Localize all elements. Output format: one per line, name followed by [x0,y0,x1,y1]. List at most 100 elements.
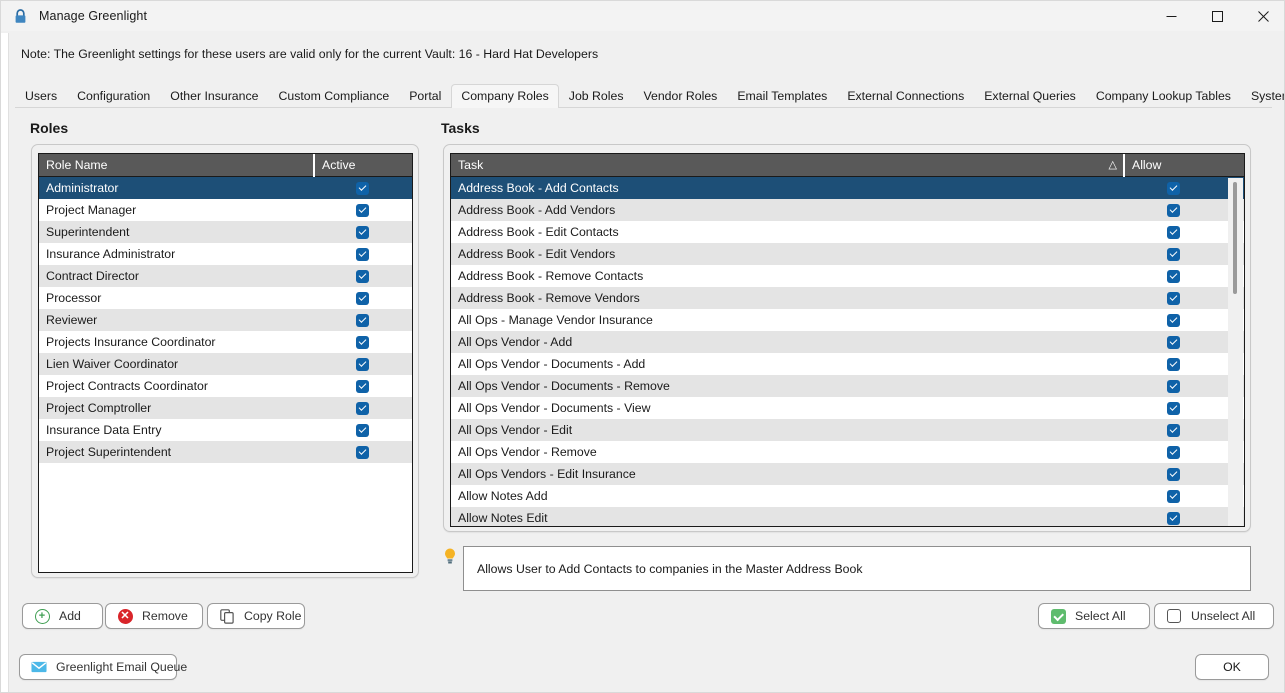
remove-button[interactable]: ✕ Remove [105,603,203,629]
role-row[interactable]: Lien Waiver Coordinator [39,353,412,375]
task-row[interactable]: Address Book - Edit Contacts [451,221,1244,243]
tab-users[interactable]: Users [15,84,67,108]
role-row[interactable]: Projects Insurance Coordinator [39,331,412,353]
role-active-checkbox[interactable] [313,401,412,415]
tab-custom-compliance[interactable]: Custom Compliance [268,84,399,108]
tab-company-roles[interactable]: Company Roles [451,84,559,108]
role-row[interactable]: Reviewer [39,309,412,331]
task-row[interactable]: Address Book - Edit Vendors [451,243,1244,265]
task-row[interactable]: Allow Notes Add [451,485,1244,507]
checkbox-checked-icon [356,291,369,305]
close-button[interactable] [1240,1,1284,32]
task-allow-checkbox[interactable] [1123,291,1224,305]
column-header-active[interactable]: Active [313,154,412,177]
select-all-button[interactable]: Select All [1038,603,1150,629]
tab-portal[interactable]: Portal [399,84,451,108]
role-active-checkbox[interactable] [313,357,412,371]
task-allow-checkbox[interactable] [1123,313,1224,327]
role-row[interactable]: Superintendent [39,221,412,243]
tab-other-insurance[interactable]: Other Insurance [160,84,268,108]
task-row[interactable]: Address Book - Remove Contacts [451,265,1244,287]
task-row[interactable]: All Ops Vendor - Documents - Remove [451,375,1244,397]
tab-job-roles[interactable]: Job Roles [559,84,634,108]
role-active-checkbox[interactable] [313,423,412,437]
role-active-checkbox[interactable] [313,247,412,261]
maximize-button[interactable] [1194,1,1240,32]
role-active-checkbox[interactable] [313,291,412,305]
tasks-scrollbar-thumb[interactable] [1233,182,1237,294]
task-row[interactable]: All Ops Vendor - Documents - View [451,397,1244,419]
task-allow-checkbox[interactable] [1123,225,1224,239]
task-allow-checkbox[interactable] [1123,423,1224,437]
role-name-cell: Superintendent [46,225,130,239]
add-button[interactable]: + Add [22,603,103,629]
checkbox-checked-icon [356,335,369,349]
role-name-cell: Project Manager [46,203,137,217]
tasks-vertical-scrollbar[interactable] [1228,178,1243,526]
role-row[interactable]: Project Manager [39,199,412,221]
tab-configuration[interactable]: Configuration [67,84,160,108]
role-active-checkbox[interactable] [313,379,412,393]
circle-x-icon: ✕ [117,608,133,624]
task-allow-checkbox[interactable] [1123,203,1224,217]
task-row[interactable]: Address Book - Remove Vendors [451,287,1244,309]
role-active-checkbox[interactable] [313,445,412,459]
task-name-cell: Address Book - Remove Contacts [458,269,644,283]
role-row[interactable]: Project Superintendent [39,441,412,463]
task-row[interactable]: All Ops - Manage Vendor Insurance [451,309,1244,331]
task-allow-checkbox[interactable] [1123,489,1224,503]
tasks-grid[interactable]: Task △ Allow Address Book - Add Contacts… [450,153,1245,527]
roles-heading: Roles [30,120,69,136]
unselect-all-button[interactable]: Unselect All [1154,603,1274,629]
role-row[interactable]: Administrator [39,177,412,199]
task-row[interactable]: All Ops Vendors - Edit Insurance [451,463,1244,485]
roles-grid[interactable]: Role Name Active Administrator Project Ma… [38,153,413,573]
role-row[interactable]: Processor [39,287,412,309]
role-row[interactable]: Insurance Data Entry [39,419,412,441]
task-allow-checkbox[interactable] [1123,269,1224,283]
column-header-allow[interactable]: Allow [1123,154,1224,177]
task-row[interactable]: All Ops Vendor - Add [451,331,1244,353]
task-row[interactable]: Address Book - Add Contacts [451,177,1244,199]
task-row[interactable]: All Ops Vendor - Remove [451,441,1244,463]
task-allow-checkbox[interactable] [1123,467,1224,481]
role-active-checkbox[interactable] [313,335,412,349]
role-active-checkbox[interactable] [313,181,412,195]
task-row[interactable]: Address Book - Add Vendors [451,199,1244,221]
task-allow-checkbox[interactable] [1123,335,1224,349]
role-active-checkbox[interactable] [313,225,412,239]
task-allow-checkbox[interactable] [1123,181,1224,195]
task-allow-checkbox[interactable] [1123,247,1224,261]
ok-button[interactable]: OK [1195,654,1269,680]
task-allow-checkbox[interactable] [1123,511,1224,525]
role-name-cell: Contract Director [46,269,139,283]
role-active-checkbox[interactable] [313,203,412,217]
ok-button-label: OK [1223,660,1241,674]
task-allow-checkbox[interactable] [1123,401,1224,415]
column-header-role-name[interactable]: Role Name [39,154,313,177]
task-allow-checkbox[interactable] [1123,379,1224,393]
select-all-button-label: Select All [1075,609,1126,623]
task-row[interactable]: All Ops Vendor - Edit [451,419,1244,441]
vault-note: Note: The Greenlight settings for these … [21,47,599,61]
minimize-button[interactable] [1148,1,1194,32]
tab-external-queries[interactable]: External Queries [974,84,1086,108]
role-row[interactable]: Contract Director [39,265,412,287]
tab-email-templates[interactable]: Email Templates [727,84,837,108]
task-allow-checkbox[interactable] [1123,445,1224,459]
column-header-task[interactable]: Task △ [451,154,1123,177]
greenlight-email-queue-button[interactable]: Greenlight Email Queue [19,654,187,680]
role-active-checkbox[interactable] [313,313,412,327]
tab-system-lookup-tables[interactable]: System Lookup Tables [1241,84,1284,108]
tab-company-lookup-tables[interactable]: Company Lookup Tables [1086,84,1241,108]
role-row[interactable]: Insurance Administrator [39,243,412,265]
copy-role-button[interactable]: Copy Role [207,603,305,629]
role-row[interactable]: Project Contracts Coordinator [39,375,412,397]
role-row[interactable]: Project Comptroller [39,397,412,419]
role-active-checkbox[interactable] [313,269,412,283]
task-row[interactable]: All Ops Vendor - Documents - Add [451,353,1244,375]
task-row[interactable]: Allow Notes Edit [451,507,1244,526]
tab-vendor-roles[interactable]: Vendor Roles [633,84,727,108]
task-allow-checkbox[interactable] [1123,357,1224,371]
tab-external-connections[interactable]: External Connections [837,84,974,108]
